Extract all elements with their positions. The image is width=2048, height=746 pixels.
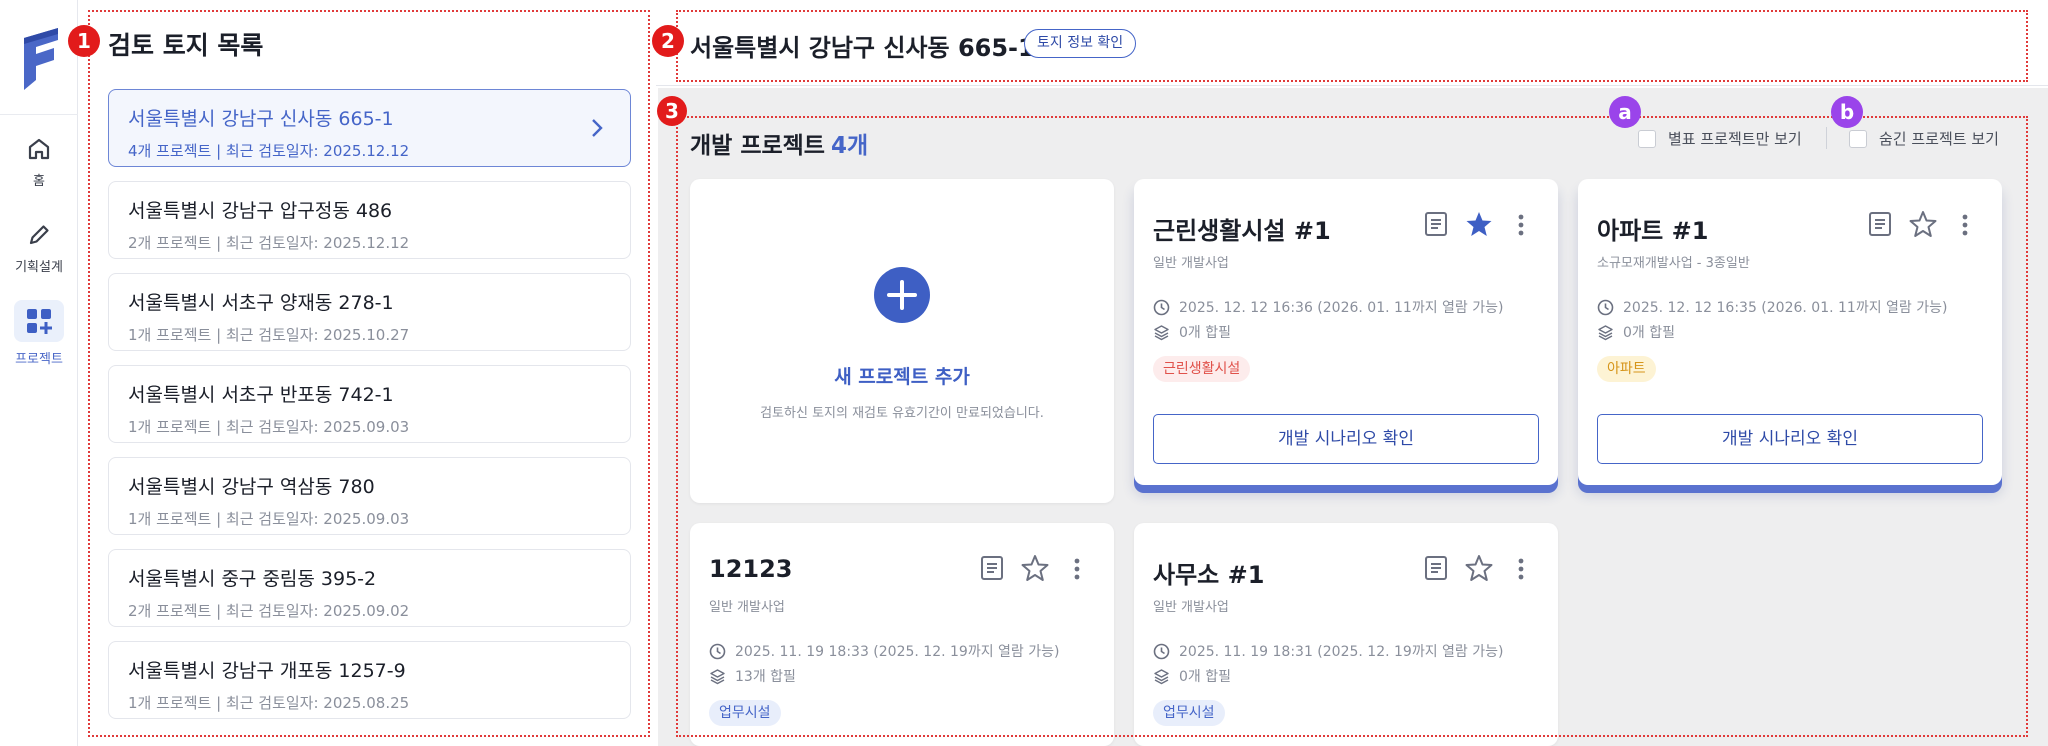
annotation-badge-3: 3 <box>657 96 687 126</box>
nav-item-home[interactable]: 홈 <box>0 134 78 189</box>
nav-label-project: 프로젝트 <box>15 352 63 367</box>
annotation-box-2 <box>676 10 2028 82</box>
annotation-badge-1: 1 <box>68 25 100 57</box>
nav-label-design: 기획설계 <box>15 260 63 275</box>
annotation-box-1 <box>88 10 650 737</box>
home-icon <box>28 138 50 160</box>
app-root: 홈 기획설계 프로젝트 검토 토지 목록 서울특별시 강남구 신사동 665-1 <box>0 0 2048 746</box>
annotation-box-3 <box>676 116 2028 737</box>
app-logo[interactable] <box>18 28 62 90</box>
nav-label-home: 홈 <box>33 174 45 189</box>
annotation-badge-2: 2 <box>652 25 684 57</box>
annotation-badge-b: b <box>1831 96 1863 128</box>
grid-plus-icon <box>14 300 64 342</box>
pencil-icon <box>29 225 49 245</box>
rail-divider <box>0 114 78 115</box>
nav-item-design[interactable]: 기획설계 <box>0 220 78 275</box>
nav-rail: 홈 기획설계 프로젝트 <box>0 0 78 746</box>
annotation-badge-a: a <box>1609 96 1641 128</box>
nav-item-project[interactable]: 프로젝트 <box>0 300 78 367</box>
